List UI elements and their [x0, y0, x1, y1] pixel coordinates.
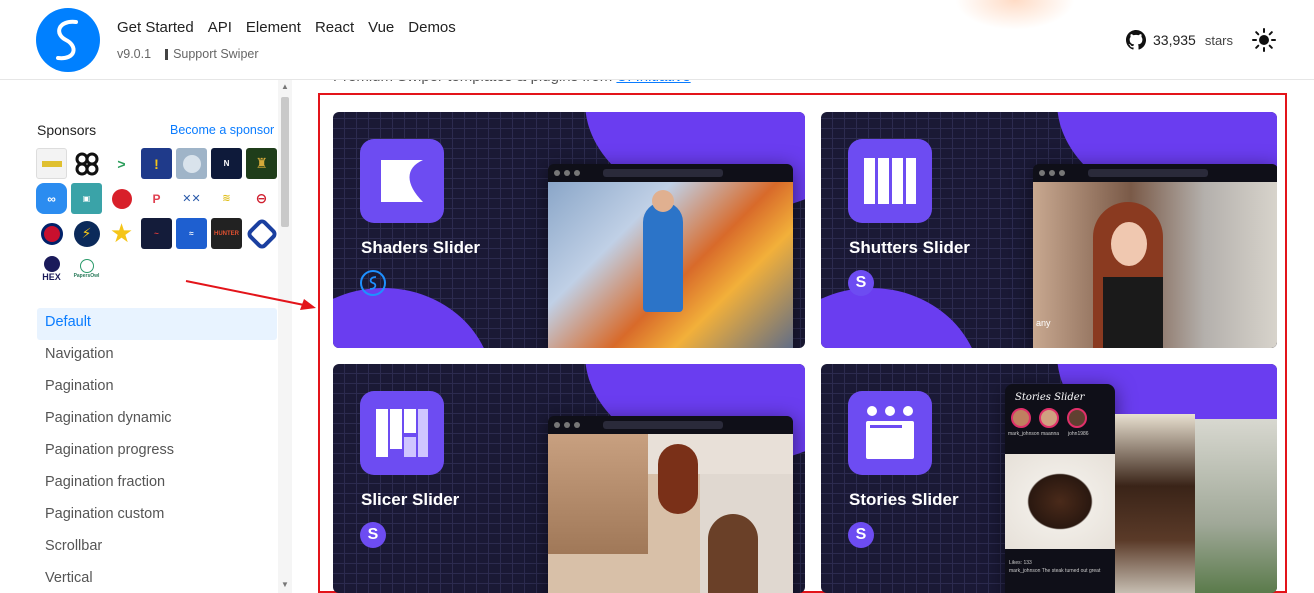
- card-shutters-slider[interactable]: Shutters Slider S any: [821, 112, 1277, 348]
- demo-menu: Default Navigation Pagination Pagination…: [37, 308, 277, 593]
- version-label[interactable]: v9.0.1: [117, 47, 151, 61]
- sponsor-logo[interactable]: ⊖: [246, 183, 277, 214]
- nav-get-started[interactable]: Get Started: [117, 19, 194, 36]
- sponsor-logo[interactable]: ≋: [211, 183, 242, 214]
- sponsor-logo[interactable]: !: [141, 148, 172, 179]
- sponsor-logo[interactable]: >: [106, 148, 137, 179]
- s-badge-icon: S: [848, 522, 874, 548]
- sponsors-title: Sponsors: [37, 122, 97, 138]
- sponsor-logo[interactable]: ~: [141, 218, 172, 249]
- sun-icon[interactable]: [1252, 28, 1276, 52]
- s-badge-icon: S: [848, 270, 874, 296]
- menu-item-pagination[interactable]: Pagination: [37, 372, 277, 404]
- menu-item-navigation[interactable]: Navigation: [37, 340, 277, 372]
- card-stories-slider[interactable]: Stories Slider S Stories Slider mark_joh…: [821, 364, 1277, 593]
- menu-item-pagination-custom[interactable]: Pagination custom: [37, 500, 277, 532]
- slicer-preview-image: [548, 434, 793, 593]
- support-label: Support Swiper: [173, 47, 259, 61]
- sponsor-logo[interactable]: [246, 218, 277, 249]
- sponsor-logo[interactable]: [71, 148, 102, 179]
- card-title: Shutters Slider: [849, 238, 970, 257]
- shutters-preview-image: any: [1033, 182, 1277, 348]
- decorative-glow: [955, 0, 1075, 30]
- sponsor-logo[interactable]: N: [211, 148, 242, 179]
- sponsor-logo[interactable]: [106, 183, 137, 214]
- scroll-down-icon[interactable]: ▼: [281, 580, 289, 589]
- sponsor-logo[interactable]: HEX: [36, 253, 67, 284]
- likes-count: Likes: 133: [1009, 560, 1032, 566]
- stars-label: stars: [1204, 32, 1233, 48]
- scroll-up-icon[interactable]: ▲: [281, 82, 289, 91]
- story-username: maanna: [1041, 431, 1060, 437]
- swiper-logo-icon[interactable]: [36, 8, 100, 72]
- sponsor-logo[interactable]: [176, 148, 207, 179]
- github-icon: [1126, 30, 1146, 50]
- story-side-image: [1195, 419, 1277, 593]
- menu-item-pagination-dynamic[interactable]: Pagination dynamic: [37, 404, 277, 436]
- story-username: john1986: [1068, 431, 1089, 437]
- red-arrow-icon: [185, 280, 316, 310]
- sponsor-logo[interactable]: ♜: [246, 148, 277, 179]
- shutters-app-icon: [848, 139, 932, 223]
- scroll-thumb[interactable]: [281, 97, 289, 227]
- card-shaders-slider[interactable]: Shaders Slider: [333, 112, 805, 348]
- support-swiper-link[interactable]: Support Swiper: [165, 47, 259, 61]
- menu-item-pagination-progress[interactable]: Pagination progress: [37, 436, 277, 468]
- nav-demos[interactable]: Demos: [408, 19, 456, 36]
- become-sponsor-link[interactable]: Become a sponsor: [170, 123, 274, 137]
- github-star-count: 33,935: [1153, 32, 1196, 48]
- sponsor-logo[interactable]: ⚡: [71, 218, 102, 249]
- sponsor-logo[interactable]: ✕✕: [176, 183, 207, 214]
- top-header: Get Started API Element React Vue Demos …: [0, 0, 1314, 80]
- menu-item-pagination-fraction[interactable]: Pagination fraction: [37, 468, 277, 500]
- sidebar-scrollbar[interactable]: ▲ ▼: [278, 80, 292, 593]
- sponsor-logo[interactable]: ∞: [36, 183, 67, 214]
- swiper-badge-icon: [360, 270, 386, 296]
- phone-preview: Stories Slider mark_johnson maanna john1…: [1005, 384, 1115, 593]
- sponsor-logo[interactable]: [36, 148, 67, 179]
- menu-item-vertical[interactable]: Vertical: [37, 564, 277, 593]
- sponsor-logo[interactable]: P: [141, 183, 172, 214]
- card-title: Shaders Slider: [361, 238, 481, 257]
- github-stars-link[interactable]: 33,935 stars: [1126, 30, 1233, 50]
- sponsor-logo[interactable]: HUNTER: [211, 218, 242, 249]
- story-side-image: [1115, 414, 1195, 593]
- nav-vue[interactable]: Vue: [368, 19, 394, 36]
- sponsor-logo-text: PapersOwl: [73, 272, 100, 279]
- sponsor-logo-text: HEX: [42, 271, 61, 282]
- preview-window: any: [1033, 164, 1277, 348]
- stories-app-icon: [848, 391, 932, 475]
- top-nav: Get Started API Element React Vue Demos: [117, 19, 456, 36]
- sponsor-logo-text: HUNTER: [214, 230, 239, 237]
- card-title: Slicer Slider: [361, 490, 460, 509]
- stories-preview-title: Stories Slider: [1015, 392, 1085, 403]
- version-row: v9.0.1 Support Swiper: [117, 47, 259, 61]
- preview-window: [548, 164, 793, 348]
- sponsor-logo[interactable]: ≈: [176, 218, 207, 249]
- story-username: mark_johnson: [1008, 431, 1040, 437]
- slicer-app-icon: [360, 391, 444, 475]
- card-title: Stories Slider: [849, 490, 959, 509]
- sponsor-logo[interactable]: ★: [106, 218, 137, 249]
- menu-item-scrollbar[interactable]: Scrollbar: [37, 532, 277, 564]
- sponsor-logo[interactable]: [36, 218, 67, 249]
- shaders-app-icon: [360, 139, 444, 223]
- nav-api[interactable]: API: [208, 19, 232, 36]
- nav-element[interactable]: Element: [246, 19, 301, 36]
- overlay-text: any: [1036, 318, 1051, 328]
- patreon-icon: [165, 48, 169, 60]
- shaders-preview-image: [548, 182, 793, 348]
- preview-window: [548, 416, 793, 593]
- s-badge-icon: S: [360, 522, 386, 548]
- post-caption: mark_johnson The steak turned out great: [1009, 568, 1101, 574]
- sidebar: Sponsors Become a sponsor > ! N ♜ ∞ ▣ P …: [0, 80, 292, 593]
- nav-react[interactable]: React: [315, 19, 354, 36]
- card-slicer-slider[interactable]: Slicer Slider S: [333, 364, 805, 593]
- sponsor-logo[interactable]: ▣: [71, 183, 102, 214]
- sponsor-logo[interactable]: PapersOwl: [71, 253, 102, 284]
